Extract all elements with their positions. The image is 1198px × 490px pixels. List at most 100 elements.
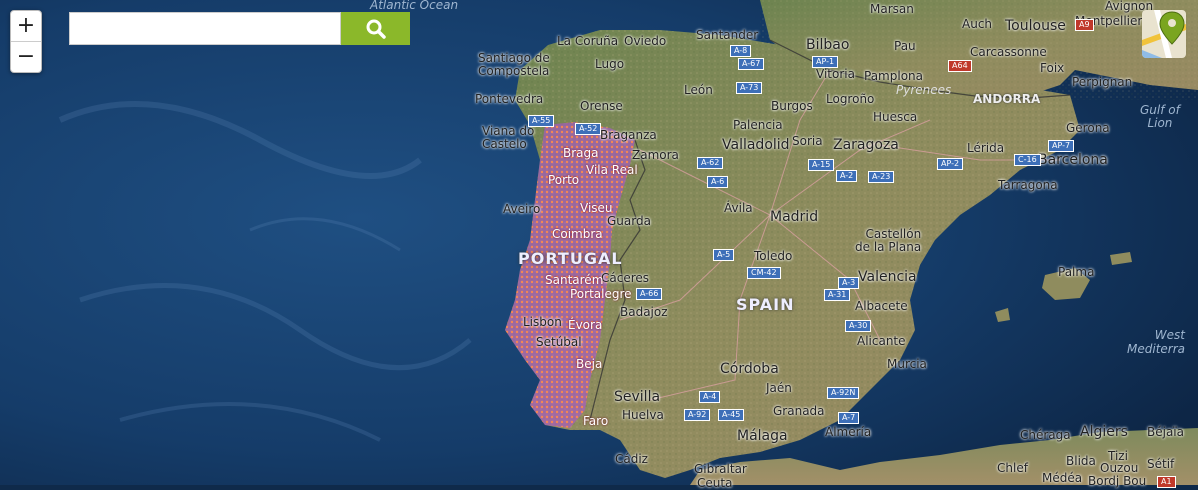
city-la-coruna: La Coruña: [557, 34, 619, 48]
city-portalegre: Portalegre: [570, 287, 632, 301]
city-santiago: Santiago de Compostela: [478, 51, 550, 78]
city-santander: Santander: [696, 28, 759, 42]
search-button[interactable]: [341, 12, 410, 45]
city-soria: Soria: [792, 134, 823, 148]
city-pau: Pau: [894, 39, 916, 53]
search-bar: [69, 12, 410, 45]
city-caceres: Cáceres: [601, 271, 650, 285]
city-huelva: Huelva: [622, 408, 664, 422]
country-andorra: ANDORRA: [973, 92, 1041, 106]
city-cheraga: Chéraga: [1020, 428, 1071, 442]
city-viana-do-castelo: Viana do Castelo: [482, 124, 535, 151]
city-ouzou: Ouzou: [1100, 461, 1139, 475]
city-murcia: Murcia: [887, 357, 927, 371]
road-shield: AP-1: [812, 56, 839, 68]
city-alicante: Alicante: [857, 334, 906, 348]
city-valencia: Valencia: [858, 269, 917, 285]
city-pamplona: Pamplona: [864, 69, 923, 83]
city-guarda: Guarda: [607, 214, 651, 228]
road-shield: A-15: [808, 159, 835, 171]
road-shield: A9: [1075, 19, 1094, 31]
city-carcassonne: Carcassonne: [970, 45, 1047, 59]
pyrenees-label: Pyrenees: [896, 83, 952, 97]
city-lerida: Lérida: [967, 141, 1005, 155]
city-viseu: Viseu: [580, 201, 613, 215]
road-shield: A64: [948, 60, 972, 72]
magnifier-icon: [366, 19, 386, 39]
road-shield: A1: [1157, 476, 1176, 488]
map-marker-icon: [1142, 10, 1186, 58]
layer-switcher-button[interactable]: [1142, 10, 1186, 58]
city-huesca: Huesca: [873, 110, 918, 124]
city-ceuta: Ceuta: [697, 476, 733, 490]
city-porto: Porto: [548, 173, 580, 187]
road-shield: A-45: [718, 409, 745, 421]
city-sevilla: Sevilla: [614, 389, 661, 405]
road-shield: A-67: [738, 58, 765, 70]
city-medea: Médéa: [1042, 471, 1083, 485]
city-jaen: Jaén: [766, 381, 792, 395]
city-tarragona: Tarragona: [998, 178, 1058, 192]
road-shield: A-3: [838, 277, 860, 289]
city-foix: Foix: [1040, 61, 1065, 75]
road-shield: CM-42: [747, 267, 781, 279]
city-bilbao: Bilbao: [806, 37, 850, 53]
road-shield: A-52: [575, 123, 602, 135]
city-santarem: Santarém: [545, 273, 604, 287]
road-shield: A-92N: [827, 387, 860, 399]
map-canvas[interactable]: [0, 0, 1198, 485]
city-burgos: Burgos: [771, 99, 813, 113]
zoom-in-button[interactable]: +: [11, 11, 41, 41]
city-albacete: Albacete: [855, 299, 908, 313]
road-shield: A-30: [845, 320, 872, 332]
road-shield: A-7: [838, 412, 860, 424]
city-algiers: Algiers: [1080, 424, 1128, 440]
city-vila-real: Vila Real: [586, 163, 638, 177]
city-madrid: Madrid: [770, 209, 819, 225]
road-shield: AP-7: [1048, 140, 1075, 152]
city-pontevedra: Pontevedra: [475, 92, 544, 106]
road-shield: C-16: [1014, 154, 1041, 166]
country-portugal: PORTUGAL: [518, 249, 623, 268]
city-faro: Faro: [583, 414, 609, 428]
city-braganza: Braganza: [600, 128, 657, 142]
city-lisbon: Lisbon: [523, 315, 562, 329]
city-beja: Beja: [576, 357, 603, 371]
city-zaragoza: Zaragoza: [833, 137, 899, 153]
city-vitoria: Vitoria: [816, 67, 855, 81]
city-perpignan: Perpignan: [1072, 75, 1133, 89]
city-blida: Blida: [1066, 454, 1096, 468]
city-malaga: Málaga: [737, 428, 788, 444]
city-oviedo: Oviedo: [624, 34, 667, 48]
city-toledo: Toledo: [754, 249, 793, 263]
city-castellon: Castellón de la Plana: [855, 227, 922, 254]
city-granada: Granada: [773, 404, 825, 418]
atlantic-ocean-label: Atlantic Ocean: [370, 0, 459, 12]
city-gibraltar: Gibraltar: [694, 462, 747, 476]
road-shield: A-55: [528, 115, 555, 127]
west-mediterranean-label: West Mediterra: [1127, 328, 1185, 356]
road-shield: A-31: [824, 289, 851, 301]
road-shield: A-62: [697, 157, 724, 169]
city-cadiz: Cádiz: [615, 452, 648, 466]
city-auch: Auch: [962, 17, 993, 31]
city-orense: Orense: [580, 99, 623, 113]
road-shield: A-2: [836, 170, 858, 182]
city-toulouse: Toulouse: [1005, 18, 1066, 34]
road-shield: A-66: [636, 288, 663, 300]
city-lugo: Lugo: [595, 57, 625, 71]
city-leon: León: [684, 83, 713, 97]
city-barcelona: Barcelona: [1038, 152, 1108, 168]
road-shield: A-92: [684, 409, 711, 421]
city-palma: Palma: [1058, 265, 1095, 279]
road-shield: A-73: [736, 82, 763, 94]
city-cordoba: Córdoba: [720, 361, 779, 377]
road-shield: AP-2: [937, 158, 964, 170]
zoom-control: + −: [10, 10, 42, 73]
zoom-out-button[interactable]: −: [11, 41, 41, 72]
search-input[interactable]: [69, 12, 341, 45]
road-shield: A-8: [730, 45, 752, 57]
city-setif: Sétif: [1147, 457, 1175, 471]
city-zamora: Zamora: [632, 148, 679, 162]
road-shield: A-5: [713, 249, 735, 261]
